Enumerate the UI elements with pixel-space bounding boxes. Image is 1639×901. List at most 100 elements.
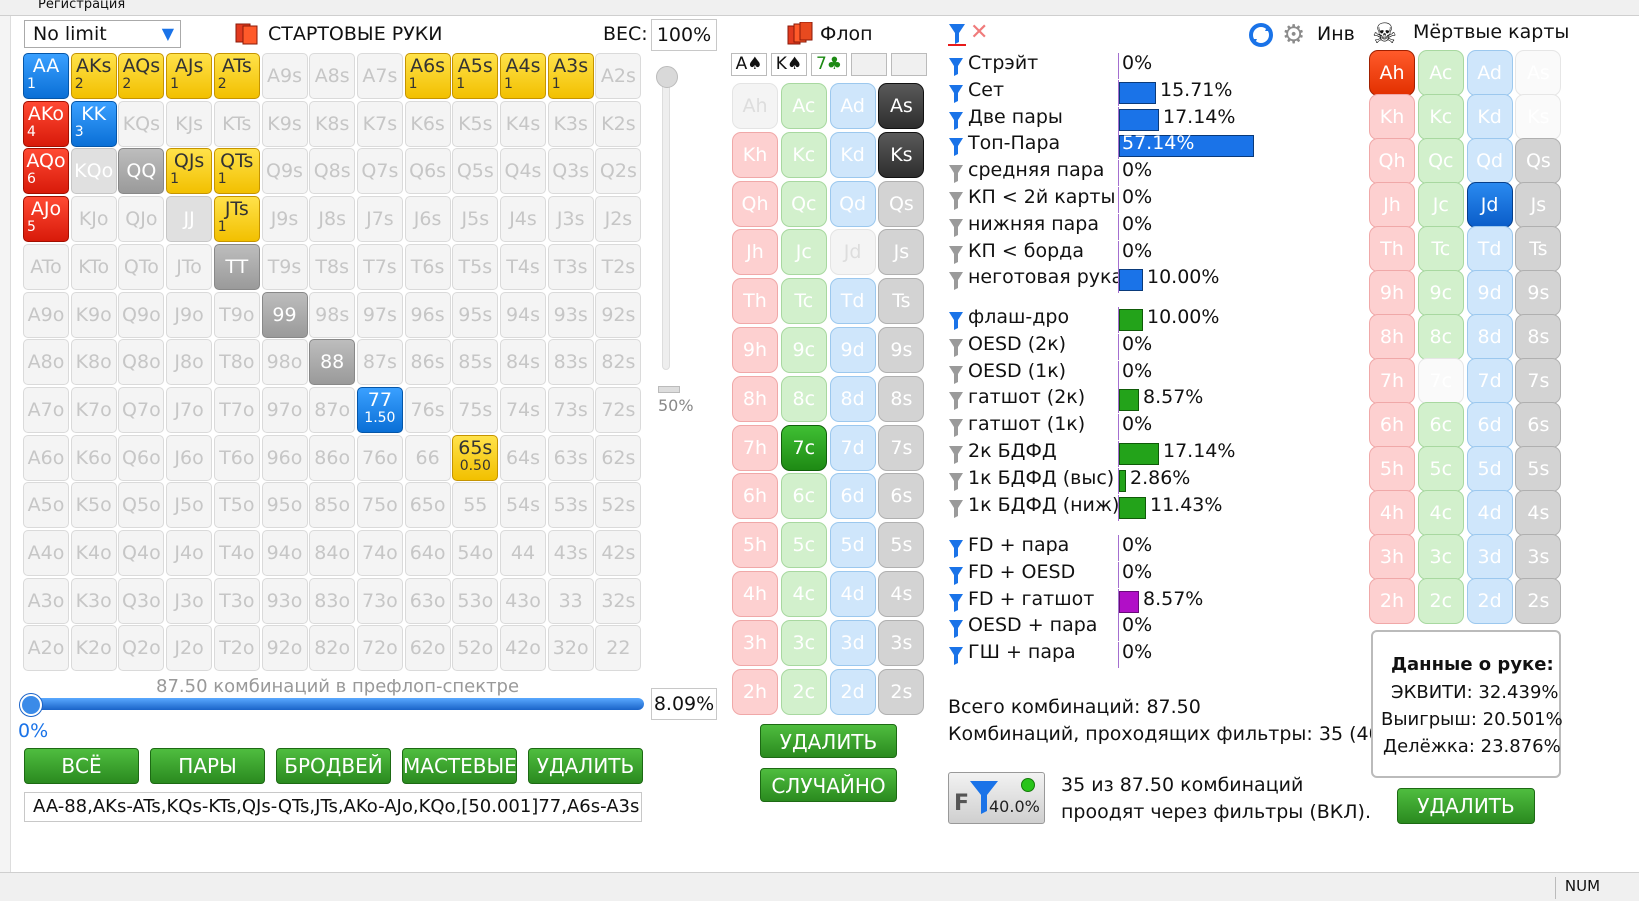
matrix-cell[interactable]: J6s bbox=[404, 196, 451, 243]
matrix-cell[interactable]: 87s bbox=[356, 339, 403, 386]
flop-card[interactable]: 5h bbox=[732, 522, 778, 569]
matrix-cell[interactable]: A5o bbox=[23, 482, 69, 529]
dead-card[interactable]: 6c bbox=[1417, 402, 1464, 448]
flop-card[interactable]: Tc bbox=[780, 278, 827, 325]
matrix-cell[interactable]: K5o bbox=[70, 482, 117, 529]
pairs-button[interactable]: ПАРЫ bbox=[150, 748, 265, 784]
matrix-cell[interactable]: JTs 1 bbox=[213, 196, 260, 243]
dead-card[interactable]: Qh bbox=[1369, 138, 1415, 184]
dead-card[interactable]: Jh bbox=[1369, 182, 1415, 228]
funnel-icon[interactable] bbox=[948, 618, 964, 639]
matrix-cell[interactable]: AKs 2 bbox=[70, 53, 117, 99]
funnel-icon[interactable] bbox=[948, 217, 964, 237]
flop-card[interactable]: Js bbox=[878, 229, 925, 276]
board-card-slot[interactable] bbox=[851, 53, 887, 76]
matrix-cell[interactable]: T2s bbox=[595, 243, 642, 290]
dead-card[interactable]: 3c bbox=[1417, 534, 1464, 580]
matrix-cell[interactable]: 83s bbox=[547, 339, 594, 386]
matrix-cell[interactable]: J9s bbox=[261, 196, 308, 243]
matrix-cell[interactable]: AKo 4 bbox=[23, 100, 69, 147]
flop-card[interactable]: Ac bbox=[780, 83, 827, 129]
matrix-cell[interactable]: K6o bbox=[70, 434, 117, 481]
matrix-cell[interactable]: 32o bbox=[547, 625, 594, 672]
game-select[interactable]: No limit ▼ bbox=[24, 20, 181, 48]
flop-card[interactable]: 6s bbox=[878, 473, 925, 520]
matrix-cell[interactable]: A8o bbox=[23, 339, 69, 386]
matrix-cell[interactable]: 53s bbox=[547, 482, 594, 529]
matrix-cell[interactable]: QTo bbox=[118, 243, 165, 290]
matrix-cell[interactable]: Q3s bbox=[547, 148, 594, 195]
clear-filter-icon[interactable]: ✕ bbox=[970, 20, 988, 45]
matrix-cell[interactable]: ATs 2 bbox=[213, 53, 260, 99]
matrix-cell[interactable]: 63o bbox=[404, 577, 451, 624]
matrix-cell[interactable]: 54s bbox=[500, 482, 546, 529]
matrix-cell[interactable]: J2o bbox=[166, 625, 213, 672]
dead-card[interactable]: 9s bbox=[1515, 270, 1562, 316]
matrix-cell[interactable]: T8o bbox=[213, 339, 260, 386]
flop-card[interactable]: Kh bbox=[732, 131, 778, 178]
dead-card[interactable]: Jc bbox=[1417, 182, 1464, 228]
matrix-cell[interactable]: 62o bbox=[404, 625, 451, 672]
dead-card[interactable]: 8c bbox=[1417, 314, 1464, 360]
flop-card[interactable]: 8d bbox=[829, 375, 876, 422]
dead-card[interactable]: 4d bbox=[1466, 490, 1513, 536]
matrix-cell[interactable]: A8s bbox=[309, 53, 356, 99]
dead-card[interactable]: 9c bbox=[1417, 270, 1464, 316]
filter-row[interactable]: средняя пара 0% bbox=[948, 159, 1348, 187]
matrix-cell[interactable]: T9s bbox=[261, 243, 308, 290]
matrix-cell[interactable]: K8o bbox=[70, 339, 117, 386]
matrix-cell[interactable]: K5s bbox=[452, 100, 499, 147]
flop-card[interactable]: As bbox=[878, 83, 925, 129]
matrix-cell[interactable]: 64o bbox=[404, 530, 451, 576]
matrix-cell[interactable]: 97o bbox=[261, 386, 308, 433]
left-scroll-strip[interactable] bbox=[0, 16, 11, 872]
matrix-cell[interactable]: Q3o bbox=[118, 577, 165, 624]
broadway-button[interactable]: БРОДВЕЙ bbox=[276, 748, 391, 784]
matrix-cell[interactable]: 42o bbox=[500, 625, 546, 672]
flop-card[interactable]: Jh bbox=[732, 229, 778, 276]
matrix-cell[interactable]: T4o bbox=[213, 530, 260, 576]
matrix-cell[interactable]: 87o bbox=[309, 386, 356, 433]
matrix-cell[interactable]: 73o bbox=[356, 577, 403, 624]
flop-card[interactable]: Th bbox=[732, 278, 778, 325]
matrix-cell[interactable]: T9o bbox=[213, 291, 260, 338]
filter-row[interactable]: гатшот (2к) 8.57% bbox=[948, 386, 1348, 414]
dead-card[interactable]: 8s bbox=[1515, 314, 1562, 360]
matrix-cell[interactable]: K7o bbox=[70, 386, 117, 433]
matrix-cell[interactable]: 85o bbox=[309, 482, 356, 529]
board-card-slot[interactable]: A♠ bbox=[731, 53, 767, 76]
matrix-cell[interactable]: 73s bbox=[547, 386, 594, 433]
dead-card[interactable]: 6d bbox=[1466, 402, 1513, 448]
funnel-icon[interactable] bbox=[948, 538, 964, 558]
dead-card[interactable]: 4s bbox=[1515, 490, 1562, 536]
flop-card[interactable]: 2h bbox=[732, 668, 778, 715]
filter-row[interactable]: нижняя пара 0% bbox=[948, 213, 1348, 240]
flop-card[interactable]: 3s bbox=[878, 619, 925, 666]
matrix-cell[interactable]: AJo 5 bbox=[23, 196, 69, 243]
dead-card[interactable]: Kd bbox=[1466, 94, 1513, 140]
dead-card[interactable]: 7c bbox=[1417, 358, 1464, 404]
funnel-icon[interactable] bbox=[948, 190, 964, 210]
matrix-cell[interactable]: 88 bbox=[309, 339, 356, 386]
flop-card[interactable]: Qd bbox=[829, 180, 876, 227]
all-button[interactable]: ВСЁ bbox=[24, 748, 139, 784]
matrix-cell[interactable]: A5s 1 bbox=[452, 53, 499, 99]
matrix-cell[interactable]: QQ bbox=[118, 148, 165, 195]
filter-row[interactable]: 1к БДФД (ниж) 11.43% bbox=[948, 494, 1348, 521]
filter-toggle-button[interactable]: F 40.0% bbox=[948, 772, 1045, 824]
dead-card[interactable]: 5c bbox=[1417, 446, 1464, 492]
matrix-cell[interactable]: A9o bbox=[23, 291, 69, 338]
matrix-cell[interactable]: KQs bbox=[118, 100, 165, 147]
flop-card[interactable]: 7c bbox=[780, 424, 827, 471]
matrix-cell[interactable]: K4s bbox=[500, 100, 546, 147]
matrix-cell[interactable]: KK 3 bbox=[70, 100, 117, 147]
funnel-icon[interactable] bbox=[948, 244, 964, 264]
flop-card[interactable]: 4c bbox=[780, 571, 827, 617]
dead-card[interactable]: Kh bbox=[1369, 94, 1415, 140]
weight-slider-track[interactable] bbox=[662, 70, 670, 370]
matrix-cell[interactable]: AQo 6 bbox=[23, 148, 69, 195]
flop-card[interactable]: Qh bbox=[732, 180, 778, 227]
dead-card[interactable]: 5h bbox=[1369, 446, 1415, 492]
matrix-cell[interactable]: QJo bbox=[118, 196, 165, 243]
gear-icon[interactable]: ⚙ bbox=[1282, 20, 1305, 50]
